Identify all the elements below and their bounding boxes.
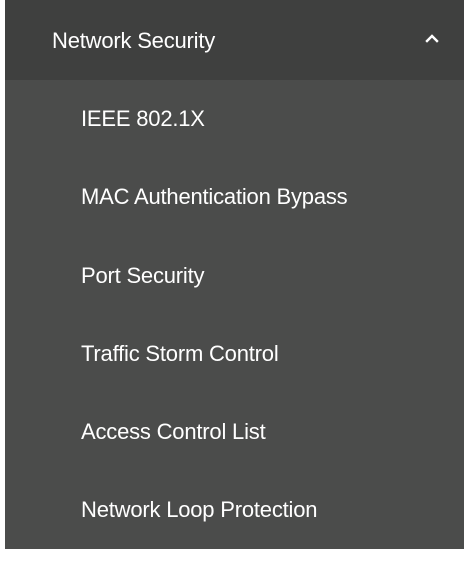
menu-item-access-control-list[interactable]: Access Control List xyxy=(5,393,464,471)
menu-header-label: Network Security xyxy=(52,28,216,53)
menu-item-label: IEEE 802.1X xyxy=(81,106,205,131)
menu-item-traffic-storm-control[interactable]: Traffic Storm Control xyxy=(5,315,464,393)
menu-item-label: Access Control List xyxy=(81,419,266,445)
menu-item-label: MAC Authentication Bypass xyxy=(81,184,348,210)
menu-item-port-security[interactable]: Port Security xyxy=(5,237,464,315)
chevron-up-icon[interactable] xyxy=(423,29,441,47)
menu-item-label: Port Security xyxy=(81,262,205,288)
menu-item-mac-authentication-bypass[interactable]: MAC Authentication Bypass xyxy=(5,158,464,236)
menu-item-label: Traffic Storm Control xyxy=(81,340,279,366)
network-security-menu: Network Security IEEE 802.1X MAC Authent… xyxy=(5,0,464,549)
menu-header-network-security[interactable]: Network Security xyxy=(5,0,464,80)
submenu-list: IEEE 802.1X MAC Authentication Bypass Po… xyxy=(5,80,464,549)
menu-item-ieee-8021x[interactable]: IEEE 802.1X xyxy=(5,80,464,158)
menu-item-network-loop-protection[interactable]: Network Loop Protection xyxy=(5,471,464,549)
menu-item-label: Network Loop Protection xyxy=(81,497,318,523)
